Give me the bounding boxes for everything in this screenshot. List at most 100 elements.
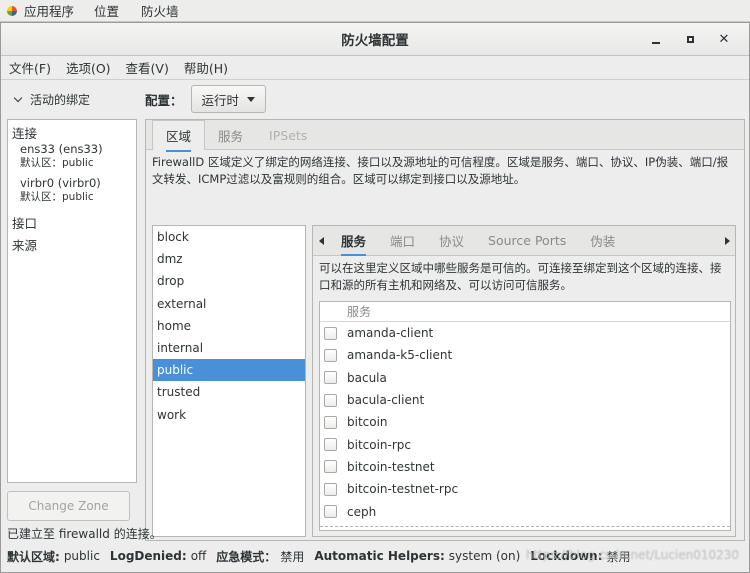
service-checkbox[interactable] <box>324 393 337 407</box>
automatic-helpers-value[interactable]: system (on) <box>449 549 521 563</box>
arrow-left-icon <box>318 236 324 245</box>
subtab-source-ports[interactable]: Source Ports <box>476 226 578 256</box>
window-title: 防火墙配置 <box>341 33 409 49</box>
service-name: ceph <box>347 504 377 519</box>
caret-down-icon <box>247 96 256 102</box>
tab-services[interactable]: 服务 <box>205 121 256 149</box>
menu-options[interactable]: 选项(O) <box>66 58 111 77</box>
title-bar[interactable]: 防火墙配置 ✕ <box>1 23 749 56</box>
minimize-icon <box>652 41 660 44</box>
applications-menu[interactable]: 应用程序 <box>24 1 74 20</box>
binding-name: ens33 (ens33) <box>20 142 103 156</box>
services-table[interactable]: 服务 amanda-client amanda-k5-client bacula… <box>319 301 731 531</box>
zone-item-work[interactable]: work <box>153 404 305 426</box>
places-menu[interactable]: 位置 <box>94 1 119 20</box>
binding-zone: 默认区：public <box>20 157 94 169</box>
binding-entry[interactable]: ens33 (ens33) 默认区：public <box>8 142 136 170</box>
close-button[interactable]: ✕ <box>707 28 741 52</box>
service-name: bacula <box>347 370 387 385</box>
scroll-tabs-right-button[interactable] <box>719 226 735 256</box>
main-tabs: 区域 服务 IPSets <box>146 120 744 152</box>
maximize-icon <box>686 36 694 43</box>
zone-item-home[interactable]: home <box>153 315 305 337</box>
log-denied-key: LogDenied: <box>109 549 187 563</box>
service-name: amanda-client <box>347 326 434 341</box>
service-checkbox[interactable] <box>324 415 337 429</box>
panic-mode-value[interactable]: 禁用 <box>280 548 304 565</box>
service-row[interactable]: bitcoin <box>320 411 730 433</box>
active-bindings-panel: 活动的绑定 连接 ens33 (ens33) 默认区：public virbr0… <box>7 83 137 521</box>
active-bindings-toggle[interactable]: 活动的绑定 <box>7 83 137 115</box>
change-zone-button[interactable]: Change Zone <box>7 491 130 521</box>
service-checkbox[interactable] <box>324 326 337 340</box>
minimize-button[interactable] <box>639 28 673 52</box>
top-bar: 应用程序 位置 防火墙 <box>0 0 750 22</box>
menu-view[interactable]: 查看(V) <box>126 58 169 77</box>
log-denied-value[interactable]: off <box>191 549 207 563</box>
service-row[interactable]: bitcoin-testnet-rpc <box>320 478 730 500</box>
watermark-text: https://blog.csdn.net/Lucien010230 <box>525 548 739 562</box>
zone-list[interactable]: block dmz drop external home internal pu… <box>152 225 306 537</box>
subtab-masquerade[interactable]: 伪装 <box>578 226 627 256</box>
firewall-app-menu[interactable]: 防火墙 <box>141 1 179 20</box>
configuration-row: 配置： 运行时 <box>145 83 267 115</box>
service-name: bitcoin-rpc <box>347 437 412 452</box>
automatic-helpers-key: Automatic Helpers: <box>314 549 445 563</box>
zone-item-external[interactable]: external <box>153 293 305 315</box>
service-row[interactable]: amanda-k5-client <box>320 344 730 366</box>
panic-mode-key: 应急模式： <box>216 549 277 564</box>
default-zone-value[interactable]: public <box>64 549 100 563</box>
service-row[interactable]: ceph <box>320 500 730 522</box>
service-checkbox[interactable] <box>324 460 337 474</box>
zone-item-public[interactable]: public <box>153 359 305 382</box>
service-row[interactable]: bacula-client <box>320 389 730 411</box>
bindings-section-sources[interactable]: 来源 <box>8 232 136 254</box>
menu-help[interactable]: 帮助(H) <box>184 58 228 77</box>
subtab-protocols[interactable]: 协议 <box>427 226 476 256</box>
zone-description: FirewallD 区域定义了绑定的网络连接、接口以及源地址的可信程度。区域是服… <box>152 155 729 186</box>
tab-ipsets[interactable]: IPSets <box>256 121 320 149</box>
active-bindings-label: 活动的绑定 <box>30 92 91 107</box>
chevron-down-icon <box>13 93 23 102</box>
binding-entry[interactable]: virbr0 (virbr0) 默认区：public <box>8 176 136 204</box>
service-checkbox[interactable] <box>324 348 337 362</box>
firewall-config-window: 防火墙配置 ✕ 文件(F) 选项(O) 查看(V) 帮助(H) 活动的绑定 连接… <box>0 22 750 573</box>
service-checkbox[interactable] <box>324 505 337 519</box>
service-row[interactable]: bacula <box>320 367 730 389</box>
menu-file[interactable]: 文件(F) <box>9 58 51 77</box>
maximize-button[interactable] <box>673 28 707 52</box>
zone-item-drop[interactable]: drop <box>153 270 305 292</box>
zone-item-block[interactable]: block <box>153 226 305 248</box>
menu-bar: 文件(F) 选项(O) 查看(V) 帮助(H) <box>1 56 749 80</box>
applications-icon <box>6 5 18 17</box>
zone-item-dmz[interactable]: dmz <box>153 248 305 270</box>
tab-zones[interactable]: 区域 <box>152 120 206 152</box>
service-name: bacula-client <box>347 393 425 408</box>
main-notebook: 区域 服务 IPSets FirewallD 区域定义了绑定的网络连接、接口以及… <box>145 119 745 541</box>
service-checkbox[interactable] <box>324 482 337 496</box>
service-row[interactable]: amanda-client <box>320 322 730 344</box>
zone-item-trusted[interactable]: trusted <box>153 381 305 403</box>
zone-item-internal[interactable]: internal <box>153 337 305 359</box>
bindings-tree[interactable]: 连接 ens33 (ens33) 默认区：public virbr0 (virb… <box>7 119 137 483</box>
service-name: amanda-k5-client <box>347 348 453 363</box>
service-checkbox[interactable] <box>324 438 337 452</box>
subtab-ports[interactable]: 端口 <box>378 226 427 256</box>
configuration-value: 运行时 <box>201 92 240 108</box>
subtab-services[interactable]: 服务 <box>329 226 378 256</box>
services-column-header[interactable]: 服务 <box>320 302 730 322</box>
binding-name: virbr0 (virbr0) <box>20 176 101 190</box>
service-name: bitcoin-testnet <box>347 459 435 474</box>
service-checkbox[interactable] <box>324 371 337 385</box>
arrow-right-icon <box>724 237 730 245</box>
scroll-tabs-left-button[interactable] <box>313 236 329 245</box>
service-row[interactable]: bitcoin-testnet <box>320 456 730 478</box>
configuration-label: 配置： <box>145 92 183 108</box>
zone-sub-tabs: 服务 端口 协议 Source Ports 伪装 <box>313 226 735 256</box>
service-name: bitcoin-testnet-rpc <box>347 482 459 497</box>
service-name: bitcoin <box>347 415 388 430</box>
bindings-section-connections[interactable]: 连接 <box>8 120 136 142</box>
bindings-section-interfaces[interactable]: 接口 <box>8 210 136 232</box>
service-row[interactable]: bitcoin-rpc <box>320 433 730 455</box>
configuration-dropdown[interactable]: 运行时 <box>190 85 267 113</box>
